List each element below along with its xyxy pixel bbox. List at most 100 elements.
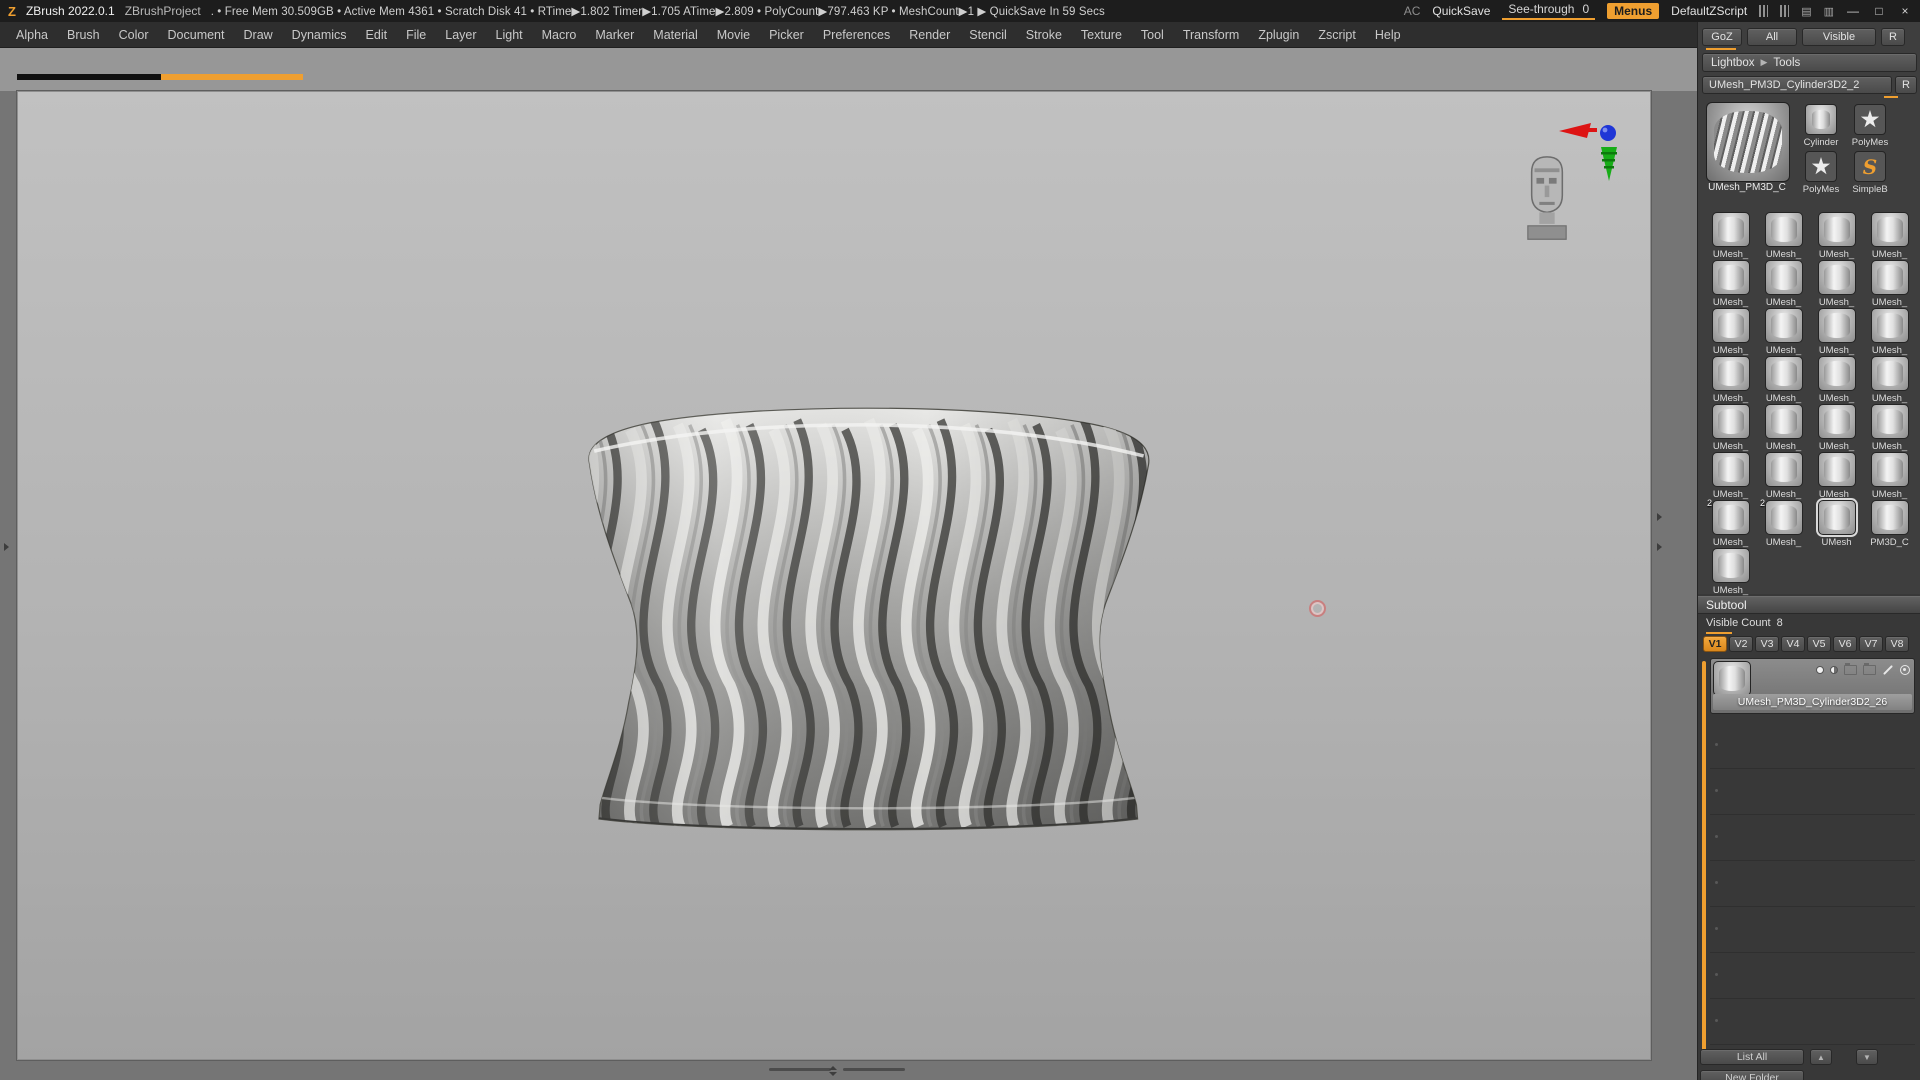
folder-icon[interactable] xyxy=(1844,663,1857,675)
menu-item-zplugin[interactable]: Zplugin xyxy=(1258,28,1299,42)
subtool-up-button[interactable]: ▲ xyxy=(1810,1049,1832,1065)
see-through-slider[interactable]: See-through 0 xyxy=(1502,2,1596,20)
menu-item-dynamics[interactable]: Dynamics xyxy=(292,28,347,42)
recent-tool-item[interactable]: UMesh_ xyxy=(1863,452,1916,500)
folder-icon[interactable] xyxy=(1863,663,1876,675)
brush-icon[interactable] xyxy=(1883,665,1893,675)
divider-grip-icon[interactable] xyxy=(1759,5,1769,17)
recent-tool-item[interactable]: UMesh_ xyxy=(1757,452,1810,500)
recent-tool-item[interactable]: UMesh_ xyxy=(1810,308,1863,356)
subtool-empty-slot[interactable] xyxy=(1710,952,1915,999)
document-canvas[interactable] xyxy=(17,91,1651,1060)
sculpt-model[interactable] xyxy=(559,401,1174,831)
recent-tool-item[interactable]: UMesh_ xyxy=(1704,308,1757,356)
menu-item-stroke[interactable]: Stroke xyxy=(1026,28,1062,42)
recent-tool-item[interactable]: UMesh_ xyxy=(1810,404,1863,452)
menu-item-layer[interactable]: Layer xyxy=(445,28,476,42)
recent-tool-item[interactable]: UMesh_ xyxy=(1757,308,1810,356)
recent-tool-item[interactable]: UMesh_ xyxy=(1810,212,1863,260)
menu-item-file[interactable]: File xyxy=(406,28,426,42)
subtool-header[interactable]: Subtool xyxy=(1698,596,1920,614)
canvas-hscroll-handle[interactable] xyxy=(843,1068,905,1071)
subtool-tab-v2[interactable]: V2 xyxy=(1729,636,1753,652)
recent-tool-item[interactable]: UMesh_ xyxy=(1863,212,1916,260)
subtool-item[interactable]: UMesh_PM3D_Cylinder3D2_26 xyxy=(1710,658,1915,714)
subtool-down-button[interactable]: ▼ xyxy=(1856,1049,1878,1065)
right-tray-arrow-icon[interactable] xyxy=(1657,513,1662,521)
menu-item-edit[interactable]: Edit xyxy=(366,28,388,42)
recent-tool-item[interactable]: UMesh_ xyxy=(1704,404,1757,452)
recent-tool-item[interactable]: UMesh_ xyxy=(1704,356,1757,404)
recent-tool-item[interactable]: UMesh_ xyxy=(1863,356,1916,404)
subtool-tab-v5[interactable]: V5 xyxy=(1807,636,1831,652)
recent-tool-item[interactable]: UMesh_ xyxy=(1863,308,1916,356)
canvas-hscroll-handle[interactable] xyxy=(769,1068,831,1071)
recent-tool-item[interactable]: UMesh_ xyxy=(1757,260,1810,308)
menus-button[interactable]: Menus xyxy=(1607,3,1660,19)
menu-item-material[interactable]: Material xyxy=(653,28,697,42)
subtool-empty-slot[interactable] xyxy=(1710,906,1915,953)
polypaint-icon[interactable] xyxy=(1816,666,1824,674)
r-button[interactable]: R xyxy=(1881,28,1905,46)
menu-item-stencil[interactable]: Stencil xyxy=(969,28,1007,42)
layout-panel-icon[interactable]: ▤ xyxy=(1801,5,1811,18)
canvas-scroll-arrows-icon[interactable] xyxy=(828,1066,838,1076)
menu-item-transform[interactable]: Transform xyxy=(1183,28,1240,42)
subtool-empty-slot[interactable] xyxy=(1710,860,1915,907)
recent-tool-item[interactable]: UMesh_ xyxy=(1704,548,1757,596)
quick-tool-polymes[interactable]: PolyMes xyxy=(1847,104,1893,148)
recent-tool-item[interactable]: UMesh_ xyxy=(1810,260,1863,308)
recent-tool-item[interactable]: 2 UMesh_ xyxy=(1704,498,1757,548)
divider-grip-icon[interactable] xyxy=(1780,5,1790,17)
subtool-tab-v1[interactable]: V1 xyxy=(1703,636,1727,652)
new-folder-button[interactable]: New Folder xyxy=(1700,1070,1804,1080)
active-tool-thumbnail[interactable] xyxy=(1706,102,1790,182)
menu-item-color[interactable]: Color xyxy=(119,28,149,42)
minimize-icon[interactable]: — xyxy=(1846,4,1860,18)
list-all-button[interactable]: List All xyxy=(1700,1049,1804,1065)
menu-item-alpha[interactable]: Alpha xyxy=(16,28,48,42)
goz-button[interactable]: GoZ xyxy=(1702,28,1742,46)
subtool-tab-v3[interactable]: V3 xyxy=(1755,636,1779,652)
restore-icon[interactable]: □ xyxy=(1872,4,1886,18)
layout-grid-icon[interactable]: ▥ xyxy=(1824,5,1834,18)
menu-item-light[interactable]: Light xyxy=(496,28,523,42)
subtool-empty-slot[interactable] xyxy=(1710,998,1915,1045)
recent-tool-item[interactable]: UMesh_ xyxy=(1863,404,1916,452)
recent-tool-item[interactable]: UMesh_ xyxy=(1757,212,1810,260)
quick-tool-simpleb[interactable]: S SimpleB xyxy=(1847,151,1893,195)
menu-item-render[interactable]: Render xyxy=(909,28,950,42)
subtool-thumbnail[interactable] xyxy=(1713,661,1751,696)
recent-tool-item[interactable]: UMesh_ xyxy=(1810,452,1863,500)
quick-tool-cylinder[interactable]: Cylinder xyxy=(1798,104,1844,148)
menu-item-picker[interactable]: Picker xyxy=(769,28,804,42)
subtool-tab-v8[interactable]: V8 xyxy=(1885,636,1909,652)
menu-item-macro[interactable]: Macro xyxy=(542,28,577,42)
tool-restore-button[interactable]: R xyxy=(1895,76,1917,94)
current-tool-name[interactable]: UMesh_PM3D_Cylinder3D2_2 xyxy=(1702,76,1892,94)
eye-icon[interactable] xyxy=(1900,665,1910,675)
recent-tool-item[interactable]: UMesh_ xyxy=(1704,212,1757,260)
all-button[interactable]: All xyxy=(1747,28,1797,46)
menu-item-movie[interactable]: Movie xyxy=(717,28,750,42)
recent-tool-item[interactable]: UMesh_ xyxy=(1863,260,1916,308)
lightbox-divider-bar[interactable] xyxy=(17,74,303,80)
menu-item-tool[interactable]: Tool xyxy=(1141,28,1164,42)
recent-tool-item[interactable]: UMesh_ xyxy=(1757,404,1810,452)
subtool-empty-slot[interactable] xyxy=(1710,768,1915,815)
recent-tool-item[interactable]: UMesh_ xyxy=(1757,356,1810,404)
recent-tool-item[interactable]: PM3D_C xyxy=(1863,500,1916,548)
recent-tool-item[interactable]: 2 UMesh_ xyxy=(1757,498,1810,548)
menu-item-zscript[interactable]: Zscript xyxy=(1318,28,1356,42)
visible-button[interactable]: Visible xyxy=(1802,28,1876,46)
left-tray-arrow-icon[interactable] xyxy=(4,543,9,551)
menu-item-preferences[interactable]: Preferences xyxy=(823,28,890,42)
menu-item-document[interactable]: Document xyxy=(168,28,225,42)
menu-item-draw[interactable]: Draw xyxy=(244,28,273,42)
menu-item-marker[interactable]: Marker xyxy=(595,28,634,42)
subtool-scrollbar[interactable] xyxy=(1702,661,1706,1053)
subtool-empty-slot[interactable] xyxy=(1710,814,1915,861)
recent-tool-item[interactable]: UMesh_ xyxy=(1704,260,1757,308)
menu-item-brush[interactable]: Brush xyxy=(67,28,100,42)
lightbox-tools-bar[interactable]: Lightbox ▶ Tools xyxy=(1702,53,1917,72)
